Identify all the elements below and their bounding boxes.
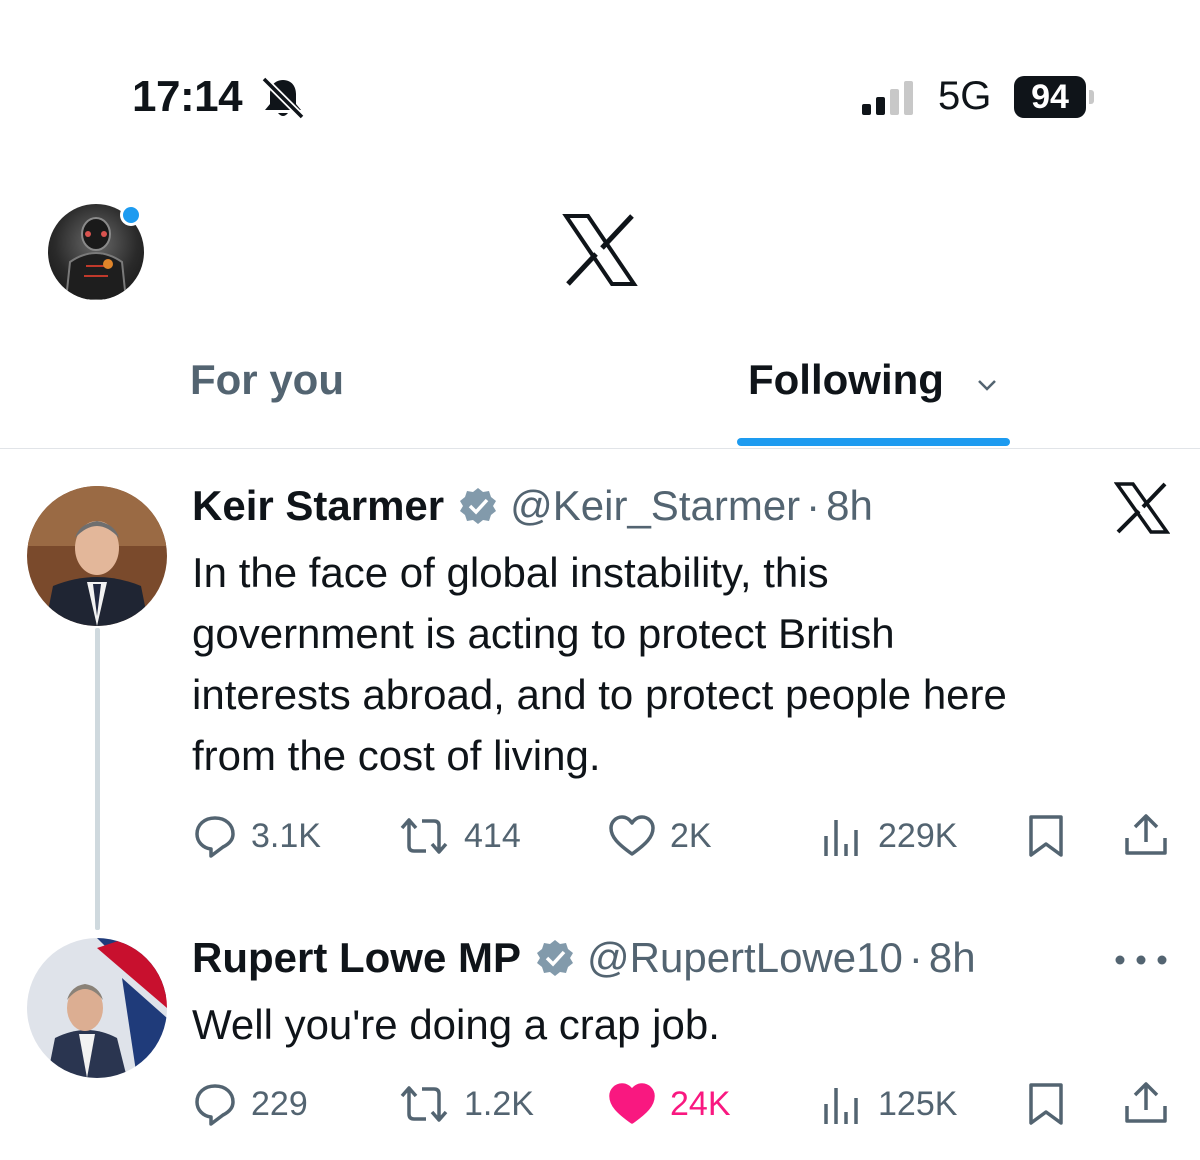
author-handle[interactable]: @RupertLowe10 xyxy=(587,934,903,982)
tweet-text-line: from the cost of living. xyxy=(192,732,601,779)
tweet-text-line: In the face of global instability, this xyxy=(192,549,829,596)
tweet-header: Keir Starmer @Keir_Starmer · 8h xyxy=(192,482,873,530)
verified-badge-icon xyxy=(460,488,497,524)
tweet-text: Well you're doing a crap job. xyxy=(192,994,1152,1055)
tab-following[interactable]: Following xyxy=(748,356,944,404)
bookmark-icon[interactable] xyxy=(1026,1082,1066,1126)
battery-level: 94 xyxy=(1014,76,1086,118)
avatar-image xyxy=(27,938,167,1078)
like-icon xyxy=(609,815,655,856)
separator-dot: · xyxy=(806,482,821,529)
repost-count: 414 xyxy=(464,816,521,855)
battery-tip xyxy=(1089,90,1094,104)
like-button[interactable]: 2K xyxy=(608,814,712,858)
verified-badge-icon xyxy=(537,940,574,976)
avatar-image xyxy=(27,486,167,626)
reply-button[interactable]: 3.1K xyxy=(193,814,321,858)
tab-divider xyxy=(0,448,1200,449)
views-button[interactable]: 229K xyxy=(820,814,957,858)
network-type: 5G xyxy=(938,74,992,118)
separator-dot: · xyxy=(908,934,923,981)
thread-line xyxy=(95,628,100,930)
status-time: 17:14 xyxy=(132,72,243,121)
tweet-text: In the face of global instability, this … xyxy=(192,542,1152,786)
views-button[interactable]: 125K xyxy=(820,1082,957,1126)
notification-dot xyxy=(120,204,142,226)
like-count: 2K xyxy=(670,816,712,855)
author-name[interactable]: Keir Starmer xyxy=(192,482,444,530)
more-icon[interactable] xyxy=(1112,950,1170,970)
author-name[interactable]: Rupert Lowe MP xyxy=(192,934,521,982)
repost-icon xyxy=(400,818,448,854)
active-tab-indicator xyxy=(737,438,1010,446)
views-icon xyxy=(824,1088,858,1124)
reply-icon xyxy=(195,816,235,858)
tweet-text-line: Well you're doing a crap job. xyxy=(192,1001,720,1048)
reply-icon xyxy=(195,1084,235,1126)
avatar-keir-starmer[interactable] xyxy=(27,486,167,626)
tab-for-you[interactable]: For you xyxy=(190,356,344,404)
x-logo-icon[interactable] xyxy=(562,214,638,286)
reply-button[interactable]: 229 xyxy=(193,1082,308,1126)
chevron-down-icon[interactable] xyxy=(976,378,998,392)
reply-count: 3.1K xyxy=(251,816,321,855)
author-handle[interactable]: @Keir_Starmer xyxy=(510,482,800,530)
view-count: 125K xyxy=(878,1084,958,1123)
signal-icon xyxy=(862,81,913,115)
view-count: 229K xyxy=(878,816,958,855)
share-icon[interactable] xyxy=(1122,812,1170,858)
repost-button[interactable]: 1.2K xyxy=(398,1082,534,1126)
bell-muted-icon xyxy=(261,76,305,120)
x-logo-icon[interactable] xyxy=(1114,482,1170,534)
tweet-time[interactable]: 8h xyxy=(826,482,873,530)
repost-icon xyxy=(400,1086,448,1122)
repost-count: 1.2K xyxy=(464,1084,534,1123)
share-icon[interactable] xyxy=(1122,1080,1170,1126)
like-button[interactable]: 24K xyxy=(608,1082,731,1126)
views-icon xyxy=(824,820,858,856)
avatar-rupert-lowe[interactable] xyxy=(27,938,167,1078)
reply-count: 229 xyxy=(251,1084,308,1123)
bookmark-icon[interactable] xyxy=(1026,814,1066,858)
tweet-text-line: interests abroad, and to protect people … xyxy=(192,671,1007,718)
like-count: 24K xyxy=(670,1084,731,1123)
tweet-text-line: government is acting to protect British xyxy=(192,610,895,657)
like-icon xyxy=(609,1083,655,1124)
tweet-header: Rupert Lowe MP @RupertLowe10 · 8h xyxy=(192,934,976,982)
repost-button[interactable]: 414 xyxy=(398,814,521,858)
tweet-time[interactable]: 8h xyxy=(929,934,976,982)
